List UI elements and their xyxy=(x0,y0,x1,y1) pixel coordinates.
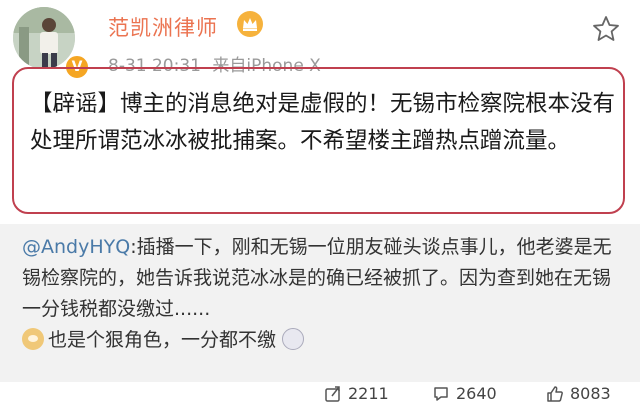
doge-emoji-icon xyxy=(22,328,44,350)
favorite-star-icon[interactable] xyxy=(591,14,621,44)
repost-content: @AndyHYQ:插播一下，刚和无锡一位朋友碰头谈点事儿，他老婆是无锡检察院的，… xyxy=(22,232,622,356)
action-bar: 2211 2640 8083 xyxy=(0,382,640,410)
mention-link[interactable]: @AndyHYQ xyxy=(22,236,130,258)
thumbs-up-icon xyxy=(547,385,563,402)
repost-count: 2211 xyxy=(348,384,389,403)
repost-text-2: 也是个狠角色，一分都不缴 xyxy=(48,329,277,351)
comment-icon xyxy=(434,386,448,401)
comment-count: 2640 xyxy=(456,384,497,403)
share-icon xyxy=(325,385,340,402)
face-emoji-icon xyxy=(282,328,305,350)
user-name[interactable]: 范凯洲律师 xyxy=(108,12,218,42)
like-count: 8083 xyxy=(570,384,611,403)
post-text: 【辟谣】博主的消息绝对是虚假的！无锡市检察院根本没有处理所谓范冰冰被批捕案。不希… xyxy=(30,91,616,154)
repost-button[interactable]: 2211 xyxy=(324,384,389,403)
crown-icon xyxy=(237,11,263,37)
comment-button[interactable]: 2640 xyxy=(432,384,497,403)
like-button[interactable]: 8083 xyxy=(546,384,611,403)
